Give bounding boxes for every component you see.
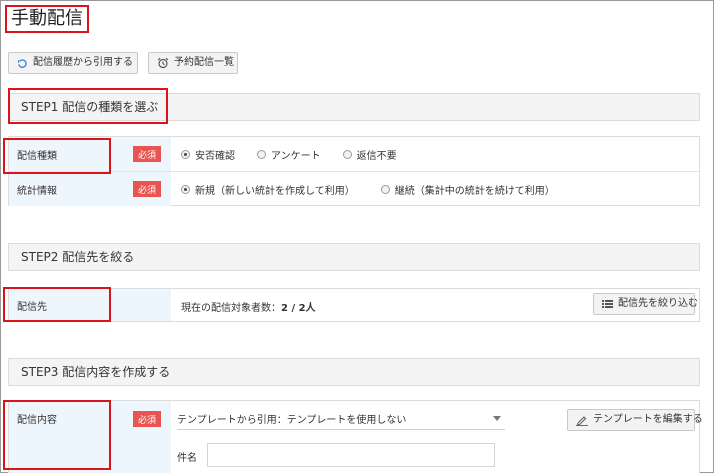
recipients-label: 配信先	[9, 289, 171, 321]
radio-no-reply[interactable]: 返信不要	[342, 147, 397, 162]
template-select[interactable]: テンプレートから引用： テンプレートを使用しない	[177, 408, 505, 430]
filter-recipients-label: 配信先を絞り込む	[618, 298, 698, 309]
content-label-text: 配信内容	[17, 415, 57, 426]
statistics-label-text: 統計情報	[17, 185, 57, 197]
radio-dot-selected[interactable]	[181, 150, 190, 159]
delivery-type-label-text: 配信種類	[17, 150, 57, 162]
statistics-options: 新規（新しい統計を作成して利用） 継続（集計中の統計を続けて利用）	[181, 182, 577, 197]
recipient-count: 現在の配信対象者数：2 / 2人	[181, 299, 316, 314]
step1-header: STEP1 配信の種類を選ぶ	[8, 93, 700, 121]
step3-panel: 配信内容 必須 テンプレートから引用： テンプレートを使用しない テンプレートを…	[8, 400, 703, 473]
radio-dot[interactable]	[257, 150, 266, 159]
recipients-row: 配信先 現在の配信対象者数：2 / 2人 配信先を絞り込む	[9, 289, 699, 321]
template-select-prefix: テンプレートから引用：	[177, 415, 287, 426]
required-badge: 必須	[133, 411, 161, 427]
radio-new-statistics-label: 新規（新しい統計を作成して利用）	[195, 186, 355, 197]
radio-survey[interactable]: アンケート	[257, 147, 321, 162]
statistics-row: 統計情報 必須 新規（新しい統計を作成して利用） 継続（集計中の統計を続けて利用…	[9, 172, 699, 206]
scheduled-list-label: 予約配信一覧	[174, 57, 234, 68]
history-quote-label: 配信履歴から引用する	[33, 57, 133, 68]
radio-dot[interactable]	[380, 185, 390, 194]
step3-header: STEP3 配信内容を作成する	[8, 358, 700, 386]
radio-dot-selected[interactable]	[181, 185, 190, 194]
radio-safety-check[interactable]: 安否確認	[181, 147, 235, 162]
radio-safety-check-label: 安否確認	[195, 151, 235, 162]
step2-panel: 配信先 現在の配信対象者数：2 / 2人 配信先を絞り込む	[8, 288, 700, 322]
required-badge: 必須	[133, 146, 161, 162]
radio-survey-label: アンケート	[271, 151, 321, 162]
edit-template-button[interactable]: テンプレートを編集する	[567, 409, 703, 431]
filter-recipients-button[interactable]: 配信先を絞り込む	[593, 293, 698, 315]
radio-continue-statistics[interactable]: 継続（集計中の統計を続けて利用）	[380, 182, 555, 197]
list-icon	[602, 300, 613, 308]
edit-template-label: テンプレートを編集する	[593, 414, 703, 425]
step1-panel: 配信種類 必須 安否確認 アンケート 返信不要 統計情報 必須 新規（新しい統計…	[8, 136, 700, 206]
template-select-value: テンプレートを使用しない	[286, 415, 407, 426]
radio-continue-statistics-label: 継続（集計中の統計を続けて利用）	[394, 186, 555, 197]
chevron-down-icon	[493, 416, 501, 421]
page-title: 手動配信	[5, 5, 89, 33]
recipient-count-value: 2 / 2人	[281, 303, 316, 314]
recipients-label-text: 配信先	[17, 301, 47, 313]
required-badge: 必須	[133, 181, 161, 197]
history-quote-button[interactable]: 配信履歴から引用する	[8, 52, 138, 74]
radio-dot[interactable]	[342, 150, 352, 159]
radio-new-statistics[interactable]: 新規（新しい統計を作成して利用）	[181, 182, 355, 197]
alarm-clock-icon	[157, 57, 169, 69]
subject-input[interactable]	[207, 443, 495, 467]
subject-label: 件名	[177, 453, 197, 464]
step2-header: STEP2 配信先を絞る	[8, 243, 700, 271]
content-row: 配信内容 必須 テンプレートから引用： テンプレートを使用しない テンプレートを…	[9, 401, 703, 473]
refresh-icon	[17, 58, 27, 68]
delivery-type-row: 配信種類 必須 安否確認 アンケート 返信不要	[9, 137, 699, 171]
delivery-type-options: 安否確認 アンケート 返信不要	[181, 147, 419, 162]
pencil-icon	[576, 415, 588, 426]
recipient-count-prefix: 現在の配信対象者数：	[181, 303, 281, 314]
radio-no-reply-label: 返信不要	[356, 151, 397, 162]
scheduled-list-button[interactable]: 予約配信一覧	[148, 52, 238, 74]
